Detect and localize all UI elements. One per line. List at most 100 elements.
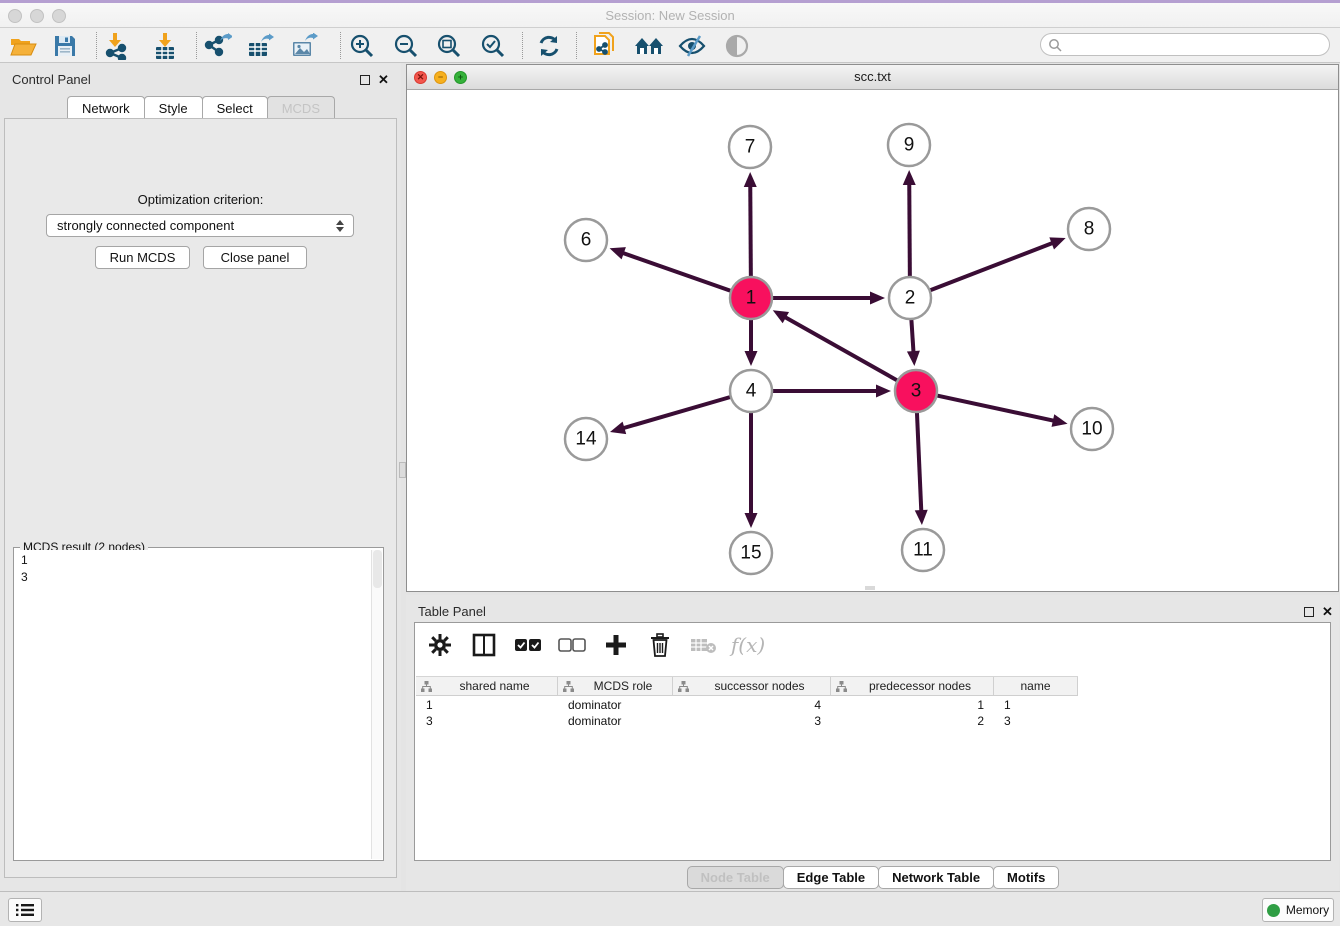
table-float-panel-icon[interactable] <box>1304 607 1314 617</box>
refresh-icon[interactable] <box>532 31 566 60</box>
homes-icon[interactable] <box>632 31 666 60</box>
search-box[interactable] <box>1040 33 1330 56</box>
folder-open-icon[interactable] <box>6 31 40 60</box>
list-icon <box>16 903 34 917</box>
table-tab-node-table[interactable]: Node Table <box>687 866 784 889</box>
toolbar-separator <box>196 32 197 59</box>
table-cell[interactable]: 2 <box>831 713 994 729</box>
graph-edge[interactable] <box>930 243 1054 291</box>
table-cell[interactable]: 3 <box>416 713 558 729</box>
column-header-mcds-role[interactable]: MCDS role <box>558 677 673 695</box>
table-cell[interactable]: dominator <box>558 713 673 729</box>
graph-node-label: 8 <box>1084 219 1095 240</box>
export-network-icon[interactable] <box>201 31 235 60</box>
export-image-icon[interactable] <box>288 31 322 60</box>
graph-edge-arrowhead <box>1049 237 1065 249</box>
column-header-predecessor-nodes[interactable]: predecessor nodes <box>831 677 994 695</box>
task-history-button[interactable] <box>8 898 42 922</box>
tab-select[interactable]: Select <box>202 96 268 119</box>
panel-divider-grip[interactable] <box>399 462 406 478</box>
document-network-icon[interactable] <box>588 31 622 60</box>
delete-table-icon <box>689 630 719 660</box>
graph-node-label: 7 <box>745 137 756 158</box>
table-cell[interactable]: 3 <box>673 713 831 729</box>
memory-button[interactable]: Memory <box>1262 898 1334 922</box>
select-all-icon[interactable] <box>513 630 543 660</box>
table-row[interactable]: 1dominator411 <box>416 697 1078 713</box>
column-header-successor-nodes[interactable]: successor nodes <box>673 677 831 695</box>
deselect-all-icon[interactable] <box>557 630 587 660</box>
column-header-label: MCDS role <box>574 679 672 693</box>
mcds-result-text[interactable]: 1 3 <box>15 550 370 859</box>
eye-icon[interactable] <box>720 31 754 60</box>
import-table-icon[interactable] <box>148 31 182 60</box>
graph-node-label: 3 <box>911 381 922 402</box>
table-tab-motifs[interactable]: Motifs <box>993 866 1059 889</box>
trash-icon[interactable] <box>645 630 675 660</box>
table-cell[interactable]: 1 <box>831 697 994 713</box>
eye-slash-icon[interactable] <box>675 31 709 60</box>
graph-node-label: 14 <box>575 429 597 450</box>
control-panel-tabs: NetworkStyleSelectMCDS <box>0 96 401 119</box>
close-panel-button[interactable]: Close panel <box>203 246 307 269</box>
function-icon: f(x) <box>733 630 763 660</box>
table-cell[interactable]: 3 <box>994 713 1078 729</box>
graph-edge[interactable] <box>622 397 730 429</box>
zoom-fit-icon[interactable] <box>432 31 466 60</box>
network-hscroll-thumb[interactable] <box>865 586 875 590</box>
graph-edge-arrowhead <box>876 385 891 398</box>
table-row[interactable]: 3dominator323 <box>416 713 1078 729</box>
save-icon[interactable] <box>48 31 82 60</box>
close-panel-icon[interactable]: ✕ <box>378 72 389 88</box>
network-canvas[interactable]: 7968124310141511 <box>407 90 1338 591</box>
table-close-panel-icon[interactable]: ✕ <box>1322 604 1333 620</box>
table-tab-network-table[interactable]: Network Table <box>878 866 994 889</box>
column-header-label: shared name <box>432 679 557 693</box>
tab-mcds[interactable]: MCDS <box>267 96 335 119</box>
run-mcds-button[interactable]: Run MCDS <box>95 246 190 269</box>
table-cell[interactable]: 4 <box>673 697 831 713</box>
graph-edge[interactable] <box>917 412 921 512</box>
graph-edge[interactable] <box>909 183 910 277</box>
zoom-selected-icon[interactable] <box>476 31 510 60</box>
table-cell[interactable]: dominator <box>558 697 673 713</box>
table-panel-title: Table Panel <box>418 604 486 619</box>
graph-edge[interactable] <box>784 317 898 381</box>
graph-edge[interactable] <box>937 395 1055 421</box>
node-table-container: f(x) shared name MCDS rolesuccessor nodes… <box>414 622 1331 861</box>
table-cell[interactable]: 1 <box>416 697 558 713</box>
columns-icon[interactable] <box>469 630 499 660</box>
toolbar-separator <box>522 32 523 59</box>
tab-style[interactable]: Style <box>144 96 203 119</box>
graph-node-label: 10 <box>1081 419 1102 440</box>
mcds-result-scrollbar[interactable] <box>371 550 382 859</box>
gear-icon[interactable] <box>425 630 455 660</box>
graph-node-label: 11 <box>913 540 933 561</box>
network-graph[interactable]: 7968124310141511 <box>407 90 1338 592</box>
export-table-icon[interactable] <box>244 31 278 60</box>
graph-edge[interactable] <box>622 253 731 291</box>
column-header-shared-name[interactable]: shared name <box>416 677 558 695</box>
table-cell[interactable]: 1 <box>994 697 1078 713</box>
zoom-in-icon[interactable] <box>345 31 379 60</box>
app-titlebar[interactable]: Session: New Session <box>0 3 1340 28</box>
import-network-icon[interactable] <box>100 31 134 60</box>
network-window-titlebar[interactable]: ✕ − + scc.txt <box>407 65 1338 90</box>
zoom-out-icon[interactable] <box>389 31 423 60</box>
optimization-criterion-select[interactable]: strongly connected component <box>46 214 354 237</box>
tab-network[interactable]: Network <box>67 96 145 119</box>
graph-edge[interactable] <box>911 319 913 353</box>
optimization-criterion-value: strongly connected component <box>57 218 234 233</box>
table-header-row[interactable]: shared name MCDS rolesuccessor nodesprede… <box>416 676 1078 696</box>
control-panel: Control Panel ✕ NetworkStyleSelectMCDS O… <box>0 63 401 891</box>
search-input[interactable] <box>1062 38 1329 52</box>
graph-node-label: 15 <box>740 543 761 564</box>
table-tab-edge-table[interactable]: Edge Table <box>783 866 879 889</box>
column-header-name[interactable]: name <box>994 677 1078 695</box>
graph-edge-arrowhead <box>1052 414 1068 427</box>
mcds-result-group: MCDS result (2 nodes) 1 3 <box>13 547 384 861</box>
float-panel-icon[interactable] <box>360 75 370 85</box>
graph-edge[interactable] <box>750 185 751 277</box>
add-column-icon[interactable] <box>601 630 631 660</box>
memory-button-label: Memory <box>1286 903 1329 917</box>
